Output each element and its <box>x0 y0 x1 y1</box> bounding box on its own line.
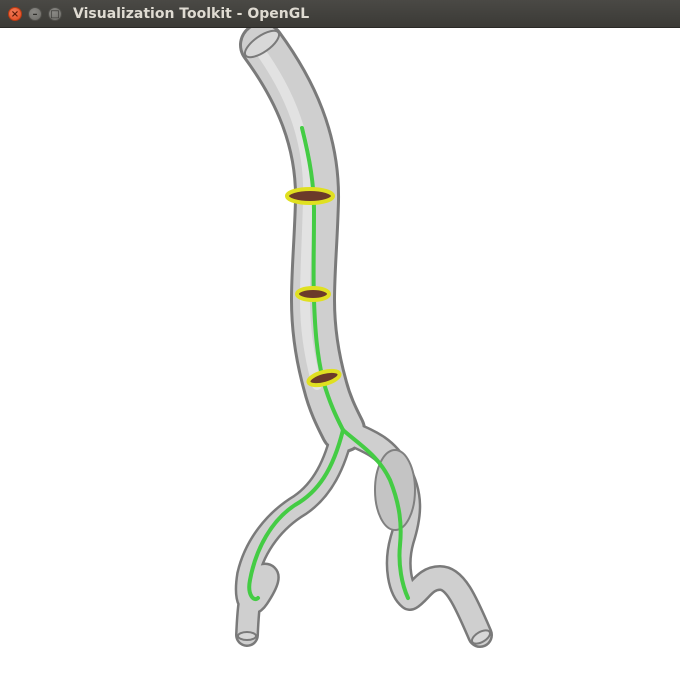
vessel-render <box>234 28 493 648</box>
window-title: Visualization Toolkit - OpenGL <box>73 6 310 22</box>
cross-section-ring-2 <box>295 286 331 302</box>
cross-section-ring-1 <box>285 187 335 205</box>
vtk-window: × – □ Visualization Toolkit - OpenGL <box>0 0 680 686</box>
render-viewport[interactable] <box>0 28 680 686</box>
vessel-surface <box>234 28 493 648</box>
title-bar[interactable]: × – □ Visualization Toolkit - OpenGL <box>0 0 680 28</box>
minimize-window-button[interactable]: – <box>28 7 42 21</box>
maximize-window-button[interactable]: □ <box>48 7 62 21</box>
close-window-button[interactable]: × <box>8 7 22 21</box>
